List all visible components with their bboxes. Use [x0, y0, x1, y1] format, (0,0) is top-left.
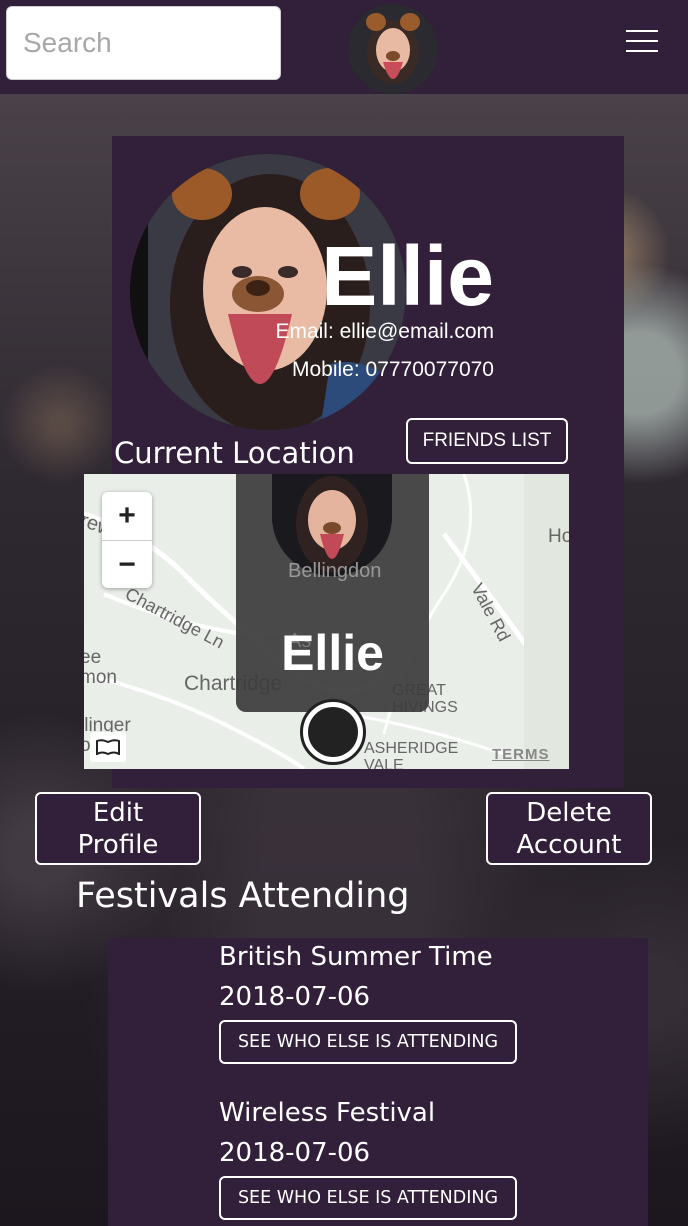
profile-mobile: Mobile: 07770077070 [291, 358, 494, 381]
festival-date: 2018-07-06 [219, 982, 371, 1012]
map-book-icon[interactable] [90, 732, 126, 762]
delete-account-button[interactable]: Delete Account [486, 792, 652, 865]
friends-list-button[interactable]: FRIENDS LIST [406, 418, 568, 464]
map-label-ee-mon: ee mon [84, 647, 117, 688]
edit-profile-button[interactable]: Edit Profile [35, 792, 201, 865]
zoom-out-button[interactable]: − [102, 540, 152, 588]
zoom-in-button[interactable]: + [102, 492, 152, 540]
festival-date: 2018-07-06 [219, 1138, 371, 1168]
profile-name: Ellie [321, 229, 494, 323]
profile-photo-icon [348, 4, 438, 94]
festival-name: British Summer Time [219, 942, 493, 972]
profile-email: Email: ellie@email.com [275, 320, 494, 343]
book-icon [96, 739, 120, 755]
map-location-popup[interactable]: Bellingdon As Ellie [236, 474, 429, 712]
see-attendees-button[interactable]: SEE WHO ELSE IS ATTENDING [219, 1176, 517, 1220]
see-attendees-button[interactable]: SEE WHO ELSE IS ATTENDING [219, 1020, 517, 1064]
map-label-bellingdon: Bellingdon [288, 560, 382, 582]
popup-name: Ellie [281, 625, 384, 681]
location-map[interactable]: rew Chartridge Ln ee mon Chartridge llin… [84, 474, 569, 769]
map-zoom-control: + − [102, 492, 152, 588]
map-terms-link[interactable]: TERMS [492, 746, 550, 763]
search-input[interactable] [6, 6, 281, 80]
map-label-ho: Ho [548, 526, 569, 547]
location-pin-icon[interactable] [300, 699, 366, 765]
festivals-heading: Festivals Attending [76, 876, 410, 916]
navbar-avatar[interactable] [348, 4, 438, 94]
current-location-label: Current Location [114, 436, 355, 470]
festivals-list: British Summer Time 2018-07-06 SEE WHO E… [108, 938, 648, 1226]
festival-name: Wireless Festival [219, 1098, 436, 1128]
hamburger-icon[interactable] [626, 28, 660, 54]
top-navbar [0, 0, 688, 94]
map-label-asheridge-vale: ASHERIDGE VALE [364, 740, 459, 769]
